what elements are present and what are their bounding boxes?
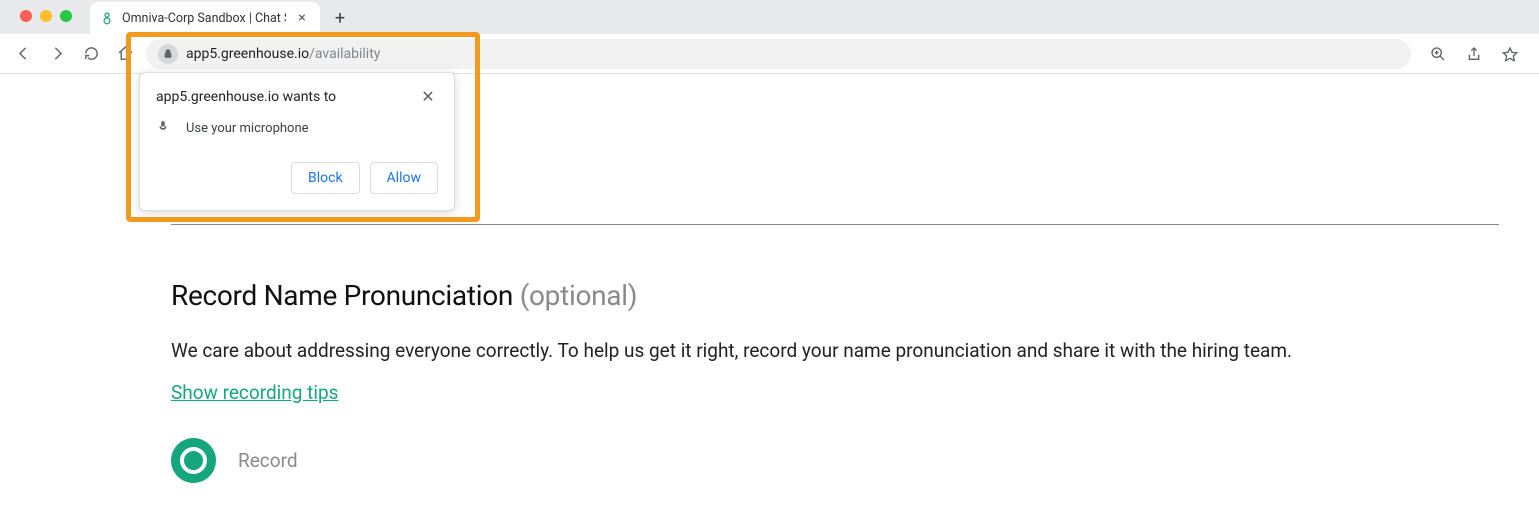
url-text: app5.greenhouse.io/availability xyxy=(186,46,380,62)
section-heading: Record Name Pronunciation (optional) xyxy=(171,279,1499,312)
zoom-icon[interactable] xyxy=(1425,41,1451,67)
share-icon[interactable] xyxy=(1461,41,1487,67)
record-label: Record xyxy=(238,449,298,472)
heading-text: Record Name Pronunciation xyxy=(171,279,520,312)
permission-title: app5.greenhouse.io wants to xyxy=(156,89,336,105)
tab-close-button[interactable]: × xyxy=(294,10,310,26)
window-minimize-button[interactable] xyxy=(40,10,52,22)
reload-button[interactable] xyxy=(78,41,104,67)
address-bar[interactable]: app5.greenhouse.io/availability xyxy=(146,39,1411,69)
tab-title: Omniva-Corp Sandbox | Chat S xyxy=(122,11,286,26)
record-row: Record xyxy=(171,438,1499,483)
window-close-button[interactable] xyxy=(20,10,32,22)
allow-button[interactable]: Allow xyxy=(370,162,438,194)
new-tab-button[interactable]: + xyxy=(326,4,354,32)
forward-button[interactable] xyxy=(44,41,70,67)
window-controls xyxy=(10,0,84,22)
greenhouse-favicon-icon xyxy=(100,11,114,25)
browser-tab[interactable]: Omniva-Corp Sandbox | Chat S × xyxy=(90,2,320,34)
heading-optional: (optional) xyxy=(520,279,637,312)
tab-strip: Omniva-Corp Sandbox | Chat S × + xyxy=(0,0,1539,34)
section-description: We care about addressing everyone correc… xyxy=(171,338,1499,365)
browser-toolbar: app5.greenhouse.io/availability xyxy=(0,34,1539,74)
show-recording-tips-link[interactable]: Show recording tips xyxy=(171,381,338,404)
toolbar-right xyxy=(1419,41,1529,67)
microphone-icon xyxy=(156,119,170,138)
url-path: /availability xyxy=(309,46,380,62)
record-icon xyxy=(180,447,207,474)
block-button[interactable]: Block xyxy=(291,162,360,194)
permission-dialog: app5.greenhouse.io wants to ✕ Use your m… xyxy=(139,72,455,211)
lock-icon xyxy=(158,44,178,64)
permission-request-text: Use your microphone xyxy=(186,121,309,136)
url-host: app5.greenhouse.io xyxy=(186,46,309,62)
window-maximize-button[interactable] xyxy=(60,10,72,22)
section-divider xyxy=(171,224,1499,225)
close-icon[interactable]: ✕ xyxy=(418,89,438,105)
record-button[interactable] xyxy=(171,438,216,483)
home-button[interactable] xyxy=(112,41,138,67)
star-icon[interactable] xyxy=(1497,41,1523,67)
browser-chrome: Omniva-Corp Sandbox | Chat S × + app5.gr… xyxy=(0,0,1539,74)
back-button[interactable] xyxy=(10,41,36,67)
